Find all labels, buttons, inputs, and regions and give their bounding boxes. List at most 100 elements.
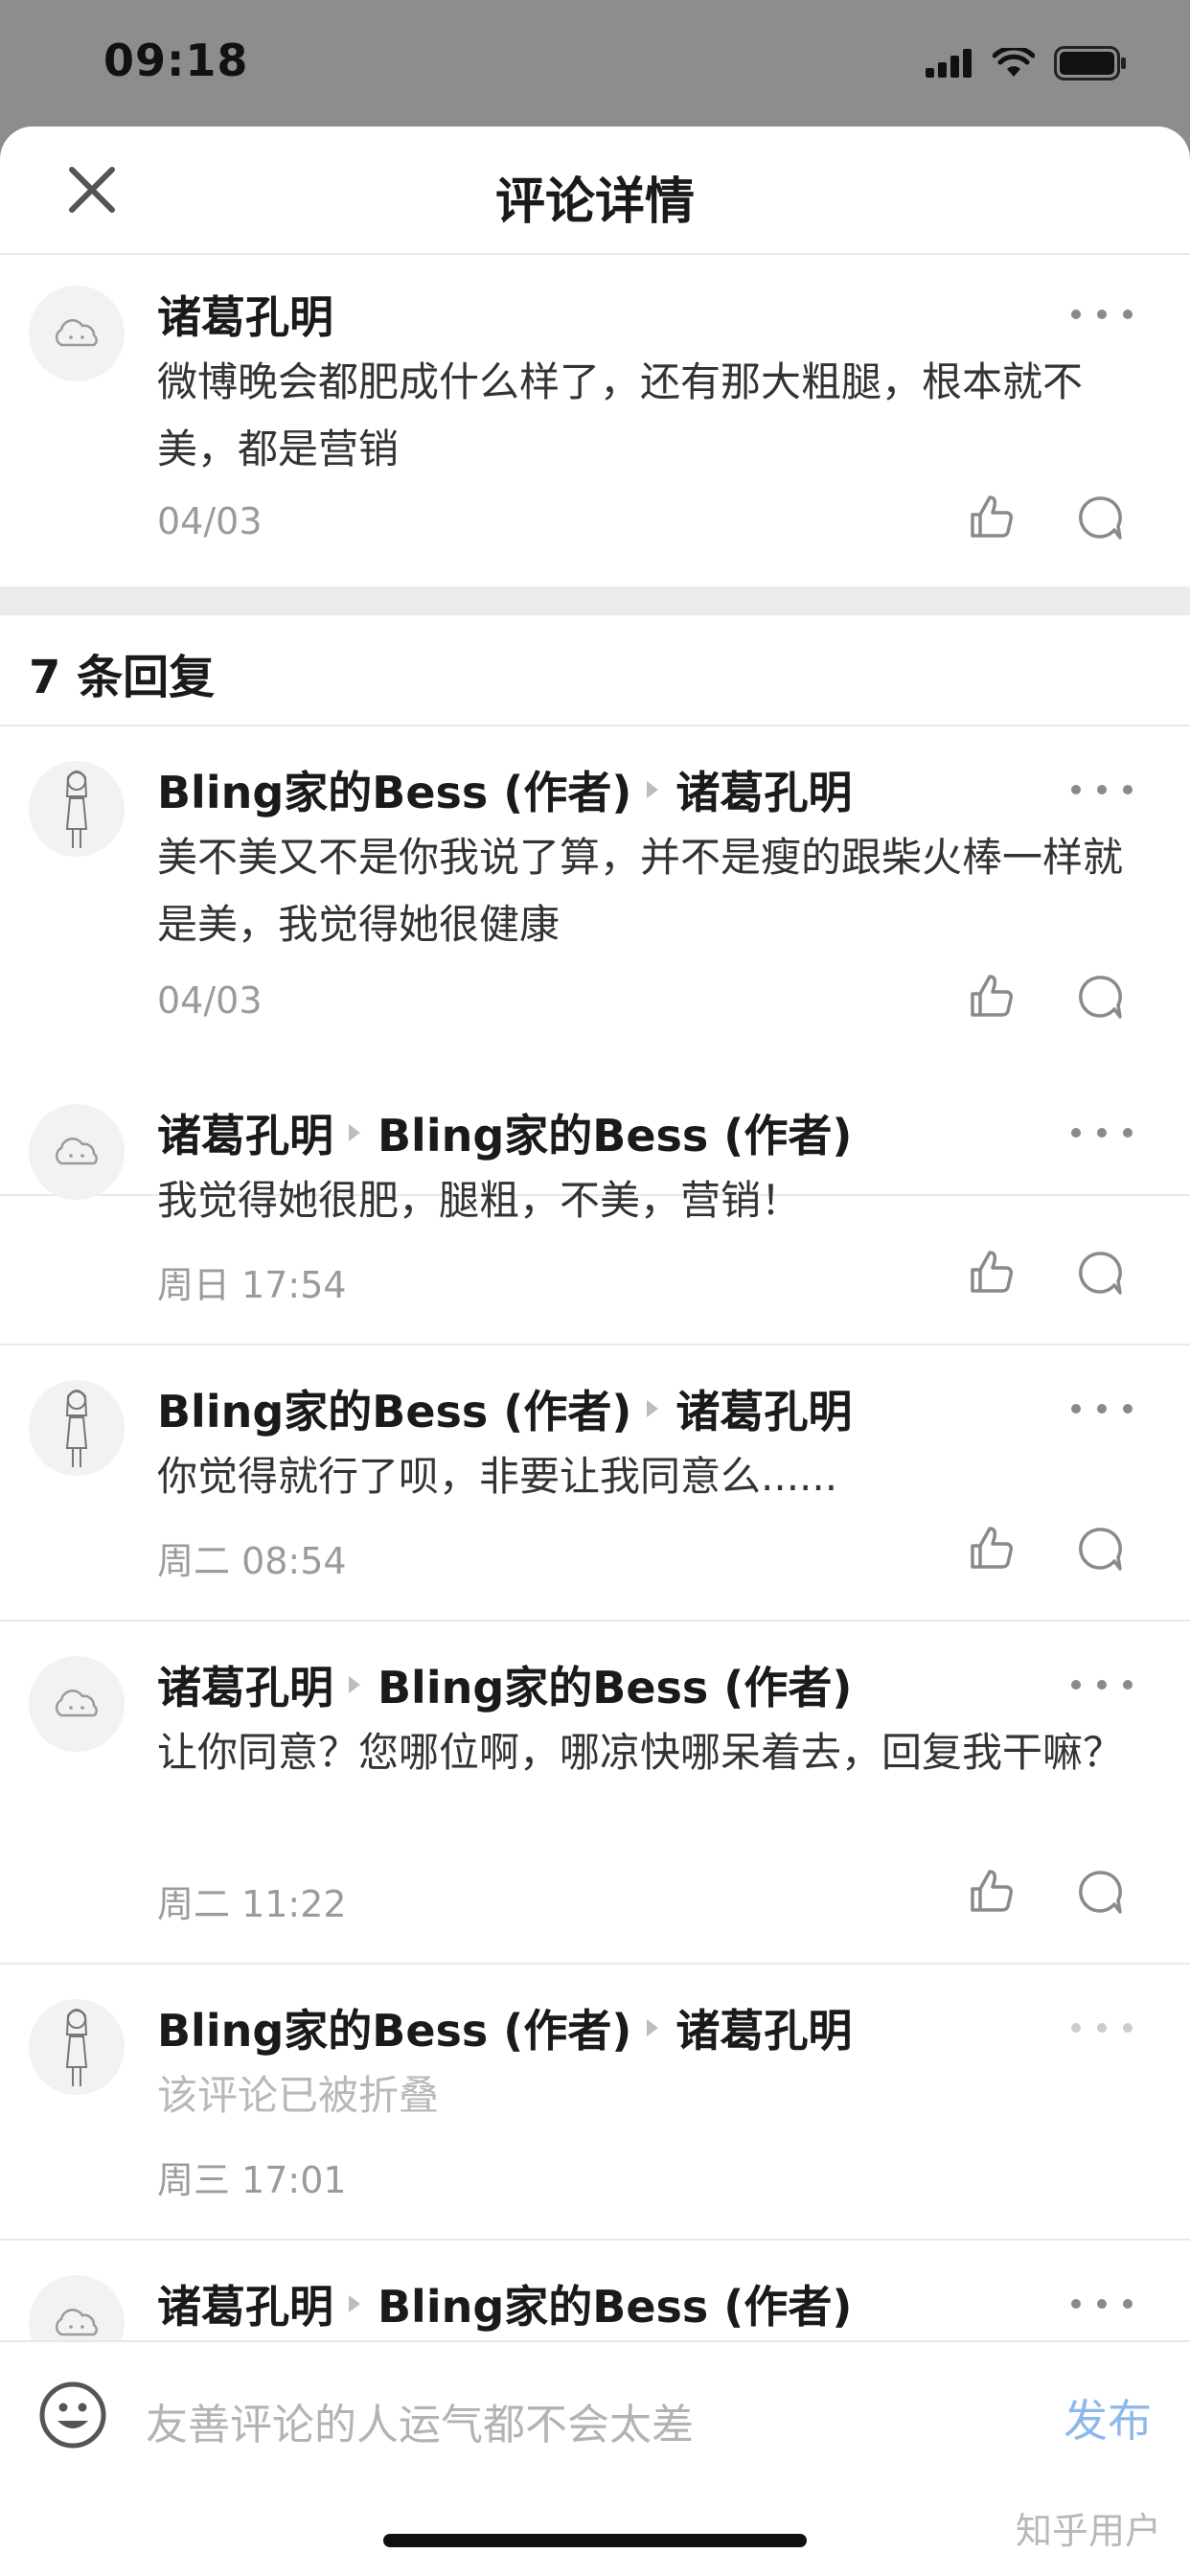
more-button[interactable]: [1071, 1114, 1133, 1152]
avatar[interactable]: [29, 286, 125, 381]
comment-author-row: 诸葛孔明: [157, 286, 333, 343]
reply-text: 让你同意？您哪位啊，哪凉快哪呆着去，回复我干嘛？: [157, 1729, 1124, 1776]
reply-to-name[interactable]: 诸葛孔明: [675, 1377, 852, 1440]
reply-to-arrow-icon: [349, 2295, 360, 2312]
more-button[interactable]: [1071, 1390, 1133, 1428]
reply-time: 周三 17:01: [157, 2159, 347, 2201]
thumbs-up-icon: [971, 975, 1013, 1017]
reply-item: 诸葛孔明 Bling家的Bess (作者): [0, 2241, 1190, 2371]
reply-to-name[interactable]: 诸葛孔明: [675, 758, 852, 821]
reply-author-row: Bling家的Bess (作者) 诸葛孔明: [157, 761, 852, 818]
more-button[interactable]: [1071, 2285, 1133, 2323]
like-button[interactable]: [964, 1865, 1018, 1919]
thumbs-up-icon: [971, 1870, 1013, 1912]
author-name[interactable]: Bling家的Bess (作者): [157, 1996, 631, 2059]
comment-bubble-icon: [1079, 976, 1122, 1019]
cloud-avatar-icon: [55, 319, 98, 347]
reply-button[interactable]: [1073, 1865, 1127, 1919]
reply-to-arrow-icon: [647, 2019, 659, 2036]
reply-text: 我觉得她很肥，腿粗，不美，营销！: [157, 1177, 802, 1224]
reply-item: 诸葛孔明 Bling家的Bess (作者) 让你同意？您哪位啊，哪凉快哪呆着去，…: [0, 1622, 1190, 1965]
wifi-icon: [993, 48, 1035, 77]
reply-author-row: 诸葛孔明 Bling家的Bess (作者): [157, 1656, 852, 1714]
cloud-avatar-icon: [55, 2309, 98, 2336]
reply-to-arrow-icon: [349, 1676, 360, 1693]
thumbs-up-icon: [971, 495, 1013, 538]
avatar[interactable]: [29, 1380, 125, 1476]
reply-time: 周二 11:22: [157, 1883, 347, 1925]
header: 评论详情: [0, 126, 1190, 255]
author-name[interactable]: Bling家的Bess (作者): [157, 1377, 631, 1440]
page-title: 评论详情: [494, 173, 695, 231]
reply-author-row: Bling家的Bess (作者) 诸葛孔明: [157, 1380, 852, 1438]
reply-to-arrow-icon: [647, 781, 659, 798]
avatar[interactable]: [29, 1656, 125, 1752]
reply-time: 04/03: [157, 979, 263, 1022]
reply-author-row: 诸葛孔明 Bling家的Bess (作者): [157, 1104, 852, 1162]
section-divider: [0, 586, 1190, 615]
comment-bubble-icon: [1079, 496, 1122, 540]
author-name[interactable]: 诸葛孔明: [157, 2272, 333, 2335]
comment-bubble-icon: [1079, 1871, 1122, 1914]
reply-text: 你觉得就行了呗，非要让我同意么......: [157, 1453, 838, 1500]
reply-time: 周二 08:54: [157, 1540, 347, 1582]
more-button[interactable]: [1071, 1666, 1133, 1704]
emoji-icon: [39, 2381, 106, 2449]
cloud-avatar-icon: [55, 1690, 98, 1717]
author-name[interactable]: 诸葛孔明: [157, 283, 333, 346]
reply-to-name[interactable]: Bling家的Bess (作者): [378, 2272, 852, 2335]
comment-bubble-icon: [1079, 1528, 1122, 1571]
like-button[interactable]: [964, 1246, 1018, 1300]
girl-avatar-icon: [65, 2009, 88, 2086]
author-name[interactable]: Bling家的Bess (作者): [157, 758, 631, 821]
reply-button[interactable]: [1073, 491, 1127, 544]
author-name[interactable]: 诸葛孔明: [157, 1101, 333, 1164]
reply-item: Bling家的Bess (作者) 诸葛孔明 该评论已被折叠 周三 17:01: [0, 1965, 1190, 2241]
battery-icon: [1054, 46, 1126, 80]
like-button[interactable]: [964, 970, 1018, 1024]
status-icons: [926, 42, 1127, 84]
reply-to-arrow-icon: [349, 1124, 360, 1141]
signal-icon: [926, 49, 972, 78]
avatar[interactable]: [29, 761, 125, 857]
girl-avatar-icon: [65, 1390, 88, 1467]
comment-input-bar: 友善评论的人运气都不会太差 发布 知乎用户: [0, 2340, 1190, 2576]
like-button[interactable]: [964, 1522, 1018, 1576]
author-name[interactable]: 诸葛孔明: [157, 1653, 333, 1716]
folded-reply-text[interactable]: 该评论已被折叠: [157, 2062, 1125, 2129]
reply-author-row: Bling家的Bess (作者) 诸葛孔明: [157, 1999, 852, 2057]
more-button[interactable]: [1071, 2009, 1133, 2047]
reply-count: 7 条回复: [29, 651, 216, 704]
comment-input[interactable]: 友善评论的人运气都不会太差: [146, 2390, 694, 2451]
comment-text: 微博晚会都肥成什么样了，还有那大粗腿，根本就不美，都是营销: [157, 358, 1084, 472]
reply-time: 周日 17:54: [157, 1264, 347, 1306]
home-indicator: [383, 2534, 807, 2547]
girl-avatar-icon: [65, 770, 88, 848]
reply-item: 诸葛孔明 Bling家的Bess (作者) 我觉得她很肥，腿粗，不美，营销！ 周…: [0, 1070, 1190, 1346]
reply-item: Bling家的Bess (作者) 诸葛孔明 你觉得就行了呗，非要让我同意么...…: [0, 1346, 1190, 1622]
main-comment: 诸葛孔明 微博晚会都肥成什么样了，还有那大粗腿，根本就不美，都是营销 04/03: [0, 255, 1190, 586]
like-button[interactable]: [964, 491, 1018, 544]
publish-button[interactable]: 发布: [1064, 2386, 1152, 2450]
reply-to-name[interactable]: Bling家的Bess (作者): [378, 1101, 852, 1164]
reply-to-arrow-icon: [647, 1400, 659, 1417]
thumbs-up-icon: [971, 1527, 1013, 1569]
comment-detail-sheet: 评论详情 诸葛孔明 微博晚会都肥成什么样了，还有那大粗腿，根本就不美，都是营销 …: [0, 126, 1190, 2576]
reply-to-name[interactable]: 诸葛孔明: [675, 1996, 852, 2059]
emoji-button[interactable]: [38, 2380, 107, 2450]
avatar[interactable]: [29, 1999, 125, 2095]
reply-button[interactable]: [1073, 1522, 1127, 1576]
more-button[interactable]: [1071, 770, 1133, 809]
watermark: 知乎用户: [1015, 2510, 1161, 2552]
reply-text: 美不美又不是你我说了算，并不是瘦的跟柴火棒一样就是美，我觉得她很健康: [157, 834, 1124, 948]
cloud-avatar-icon: [55, 1138, 98, 1165]
reply-to-name[interactable]: Bling家的Bess (作者): [378, 1653, 852, 1716]
more-button[interactable]: [1071, 295, 1133, 334]
comment-bubble-icon: [1079, 1252, 1122, 1295]
reply-button[interactable]: [1073, 970, 1127, 1024]
reply-button[interactable]: [1073, 1246, 1127, 1300]
status-bar: 09:18: [0, 0, 1190, 126]
comment-time: 04/03: [157, 500, 263, 542]
thumbs-up-icon: [971, 1251, 1013, 1293]
avatar[interactable]: [29, 1104, 125, 1200]
